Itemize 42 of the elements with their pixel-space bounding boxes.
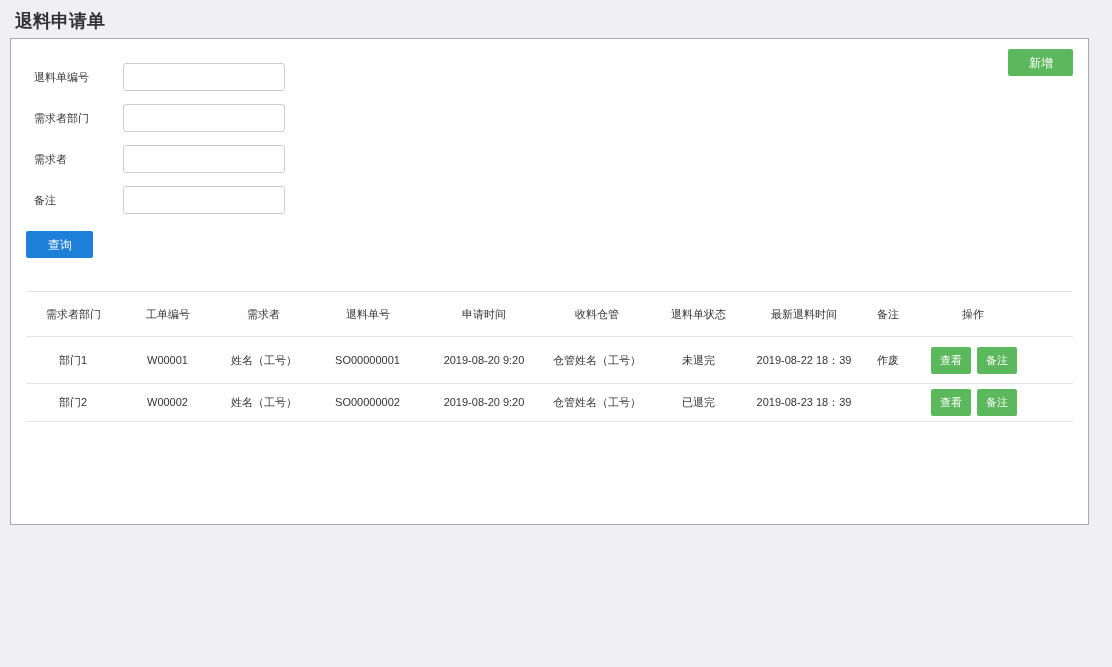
field-label: 备注 <box>33 192 57 208</box>
field-label: 需求者 <box>33 151 68 167</box>
table-cell-text: 已退完 <box>681 395 715 411</box>
table-cell-text: 作废 <box>876 352 899 368</box>
table-cell-text: 仓管姓名（工号） <box>552 395 641 411</box>
table-cell-text: 部门1 <box>58 352 88 368</box>
table-cell-text: 2019-08-23 18：39 <box>756 395 852 411</box>
add-button[interactable]: 新增 <box>1008 49 1073 76</box>
page-title: 退料申请单 <box>15 10 105 33</box>
input-field[interactable] <box>123 63 285 91</box>
column-header: 最新退料时间 <box>771 306 837 322</box>
table-cell-text: 姓名（工号） <box>230 395 297 411</box>
table-cell-text: 仓管姓名（工号） <box>552 352 641 368</box>
column-header: 需求者部门 <box>45 306 101 322</box>
column-header: 退料单状态 <box>670 306 726 322</box>
table-cell-text: 2019-08-20 9:20 <box>443 395 525 411</box>
remark-button[interactable]: 备注 <box>977 389 1017 416</box>
view-button[interactable]: 查看 <box>931 346 971 374</box>
column-header: 工单编号 <box>145 306 190 322</box>
view-button[interactable]: 查看 <box>931 389 971 416</box>
table-cell-text: 2019-08-20 9:20 <box>443 352 525 368</box>
table-cell-text: 部门2 <box>58 395 88 411</box>
column-header: 需求者 <box>247 306 280 322</box>
input-field[interactable] <box>123 186 285 214</box>
column-header: 退料单号 <box>345 306 390 322</box>
column-header: 收料仓管 <box>574 306 619 322</box>
table-cell-text: W00001 <box>147 352 188 368</box>
query-button[interactable]: 查询 <box>26 231 93 258</box>
column-header: 申请时间 <box>462 306 506 322</box>
input-field[interactable] <box>123 104 285 132</box>
column-header: 操作 <box>961 306 984 322</box>
table-cell-text: SO00000001 <box>335 352 400 368</box>
table-cell-text: 姓名（工号） <box>230 352 297 368</box>
column-header: 备注 <box>876 306 899 322</box>
table-cell-text: SO00000002 <box>335 395 400 411</box>
remark-button[interactable]: 备注 <box>977 346 1017 374</box>
field-label: 退料单编号 <box>33 69 90 85</box>
table-cell-text: 2019-08-22 18：39 <box>756 352 852 368</box>
input-field[interactable] <box>123 145 285 173</box>
field-label: 需求者部门 <box>33 110 90 126</box>
table-cell-text: 未退完 <box>681 352 715 368</box>
table-cell-text: W00002 <box>147 395 188 411</box>
